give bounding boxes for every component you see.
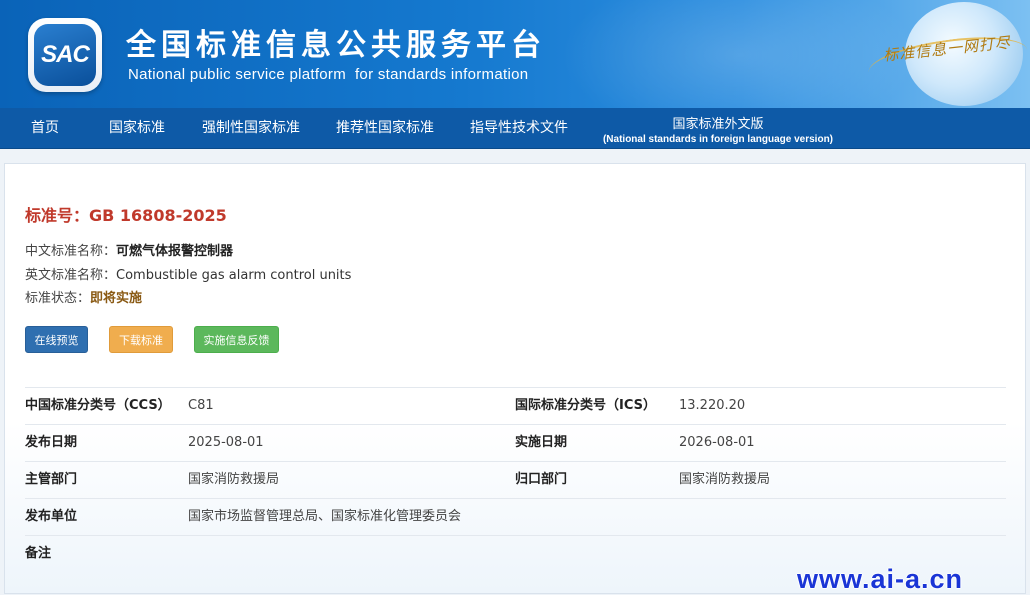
ccs-value: C81 (188, 398, 214, 413)
table-row: 发布单位 国家市场监督管理总局、国家标准化管理委员会 (25, 499, 1006, 536)
download-standard-button[interactable]: 下载标准 (109, 326, 173, 353)
sac-logo-badge: SAC (34, 24, 96, 86)
cn-name-label: 中文标准名称： (25, 244, 117, 259)
ics-label: 国际标准分类号（ICS） (515, 398, 656, 413)
main-nav: 首页 国家标准 强制性国家标准 推荐性国家标准 指导性技术文件 国家标准外文版 … (0, 108, 1030, 149)
publisher-label: 发布单位 (25, 509, 78, 524)
table-row: 中国标准分类号（CCS） C81 国际标准分类号（ICS） 13.220.20 (25, 388, 1006, 425)
standard-number-label: 标准号： (25, 206, 90, 225)
implement-date-value: 2026-08-01 (679, 435, 755, 450)
publish-date-value: 2025-08-01 (188, 435, 264, 450)
standard-info-table: 中国标准分类号（CCS） C81 国际标准分类号（ICS） 13.220.20 … (25, 387, 1006, 572)
cn-name-row: 中文标准名称：可燃气体报警控制器 (25, 240, 233, 259)
standard-number-value: GB 16808-2025 (89, 206, 227, 225)
header-banner: 标准信息一网打尽 SAC 全国标准信息公共服务平台 National publi… (0, 0, 1030, 108)
nav-item-foreign-language[interactable]: 国家标准外文版 (National standards in foreign l… (596, 108, 840, 148)
nav-item-mandatory-standards[interactable]: 强制性国家标准 (192, 108, 310, 148)
standard-detail-card: 标准号：GB 16808-2025 中文标准名称：可燃气体报警控制器 英文标准名… (4, 163, 1026, 594)
site-title: 全国标准信息公共服务平台 (126, 28, 546, 63)
competent-dept-label: 主管部门 (25, 472, 78, 487)
responsible-dept-value: 国家消防救援局 (679, 472, 771, 487)
nav-item-national-standards[interactable]: 国家标准 (98, 108, 176, 148)
cn-name-value: 可燃气体报警控制器 (116, 244, 234, 259)
en-name-label: 英文标准名称： (25, 268, 117, 283)
en-name-row: 英文标准名称：Combustible gas alarm control uni… (25, 264, 351, 283)
en-name-value: Combustible gas alarm control units (116, 268, 352, 283)
status-label: 标准状态： (25, 291, 91, 306)
table-row: 主管部门 国家消防救援局 归口部门 国家消防救援局 (25, 462, 1006, 499)
ccs-label: 中国标准分类号（CCS） (25, 398, 171, 413)
site-subtitle: National public service platform for sta… (128, 66, 529, 83)
table-row: 发布日期 2025-08-01 实施日期 2026-08-01 (25, 425, 1006, 462)
nav-item-home[interactable]: 首页 (12, 108, 78, 148)
publish-date-label: 发布日期 (25, 435, 78, 450)
watermark-text: www.ai-a.cn (797, 564, 964, 594)
nav-foreign-sublabel: (National standards in foreign language … (602, 134, 834, 145)
remarks-label: 备注 (25, 546, 52, 561)
nav-item-guidance-documents[interactable]: 指导性技术文件 (460, 108, 578, 148)
competent-dept-value: 国家消防救援局 (188, 472, 280, 487)
nav-foreign-label: 国家标准外文版 (672, 117, 764, 132)
standard-number: 标准号：GB 16808-2025 (25, 202, 227, 226)
world-map-decoration (560, 0, 920, 108)
sac-logo-text: SAC (41, 41, 90, 68)
implementation-feedback-button[interactable]: 实施信息反馈 (194, 326, 279, 353)
sac-logo[interactable]: SAC (28, 18, 102, 92)
nav-item-recommended-standards[interactable]: 推荐性国家标准 (326, 108, 444, 148)
status-badge: 即将实施 (90, 291, 143, 306)
ics-value: 13.220.20 (679, 398, 746, 413)
publisher-value: 国家市场监督管理总局、国家标准化管理委员会 (188, 509, 462, 524)
online-preview-button[interactable]: 在线预览 (25, 326, 88, 353)
status-row: 标准状态：即将实施 (25, 287, 142, 306)
implement-date-label: 实施日期 (515, 435, 568, 450)
responsible-dept-label: 归口部门 (515, 472, 568, 487)
